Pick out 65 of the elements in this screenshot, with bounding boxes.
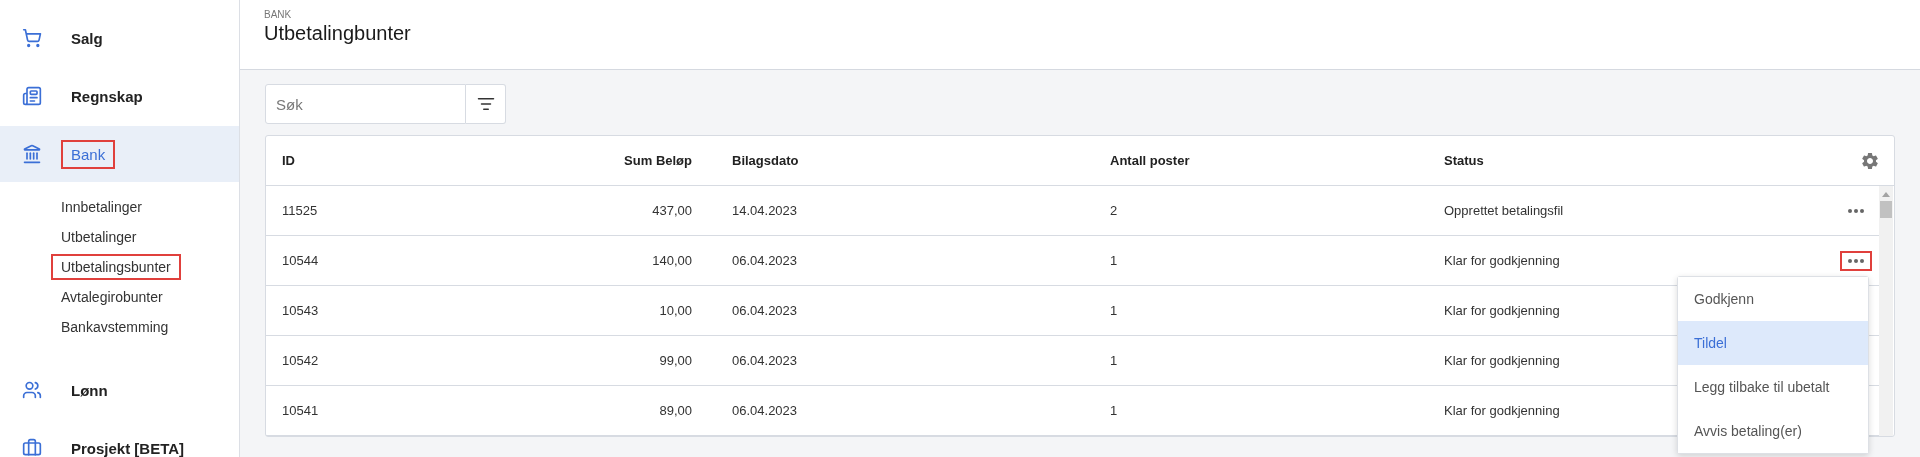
settings-icon [1860,150,1880,171]
sidebar-item[interactable]: Salg [0,10,239,66]
filter-icon [476,95,495,113]
sidebar-subitem[interactable]: Utbetalingsbunter [51,254,181,280]
column-header[interactable]: Sum Beløp [532,153,692,168]
sidebar-label: Bank [61,139,116,169]
sidebar-item[interactable]: Lønn [0,362,239,418]
bank-icon [22,144,42,164]
table-cell-text: 437,00 [651,203,692,218]
table-cell-text: Opprettet betalingsfil [1444,203,1565,218]
table-cell-text: Klar for godkjenning [1444,353,1561,368]
table-cell-text: 10543 [282,303,320,318]
sidebar-subitem[interactable]: Avtalegirobunter [51,284,173,310]
table-cell-text: 1 [1110,303,1119,318]
table-cell-text: 10541 [282,403,320,418]
search-field[interactable]: Søk [265,84,466,124]
table-cell-text: 14.04.2023 [732,203,799,218]
table-cell-text: 06.04.2023 [732,253,799,268]
table-cell-text: 89,00 [658,403,692,418]
table-cell-text: Klar for godkjenning [1444,403,1561,418]
table-cell-text: 06.04.2023 [732,303,799,318]
sidebar-label: Regnskap [70,86,144,107]
table-cell-text: 11525 [282,203,319,218]
table-cell-text: 2 [1110,203,1119,218]
more-button[interactable] [1840,250,1872,271]
table-cell-text: Klar for godkjenning [1444,303,1561,318]
table-cell-text: 06.04.2023 [732,403,799,418]
table-cell-text: 1 [1110,253,1119,268]
table-cell-text: 10544 [282,253,320,268]
table-cell-text: 1 [1110,353,1119,368]
breadcrumb: BANK [264,9,293,20]
column-header[interactable]: Bilagsdato [732,153,1070,168]
menu-item[interactable]: Legg tilbake til ubetalt [1678,365,1868,409]
sidebar-item[interactable]: Regnskap [0,68,239,124]
more-icon [1848,258,1864,263]
cart-icon [22,28,42,48]
sidebar-subitem[interactable]: Utbetalinger [51,224,147,250]
sidebar-label: Prosjekt [BETA] [70,438,186,457]
menu-item[interactable]: Tildel [1678,321,1868,365]
column-header[interactable]: ID [282,153,532,168]
filter-button[interactable] [466,84,506,124]
sidebar-item[interactable]: Prosjekt [BETA] [0,420,239,457]
sidebar-label: Lønn [70,380,109,401]
menu-item[interactable]: Avvis betaling(er) [1678,409,1868,453]
table-cell-text: 1 [1110,403,1119,418]
sidebar-subitem[interactable]: Bankavstemming [51,314,179,340]
table-cell-text: Klar for godkjenning [1444,253,1561,268]
settings-button[interactable] [1860,150,1880,171]
table-cell-text: 06.04.2023 [732,353,799,368]
table-cell-text: 10,00 [658,303,692,318]
menu-item[interactable]: Godkjenn [1678,277,1868,321]
more-icon [1848,208,1864,213]
sidebar-item[interactable]: Bank [0,126,239,182]
scrollbar[interactable] [1879,186,1893,436]
column-header[interactable]: Antall poster [1110,153,1444,168]
page-title: Utbetalingbunter [264,22,412,45]
sidebar-subitem[interactable]: Innbetalinger [51,194,152,220]
briefcase-icon [22,438,42,457]
sidebar-label: Salg [70,28,104,49]
table-cell-text: 10542 [282,353,320,368]
table-cell-text: 99,00 [658,353,692,368]
newspaper-icon [22,86,42,106]
table-cell-text: 140,00 [651,253,692,268]
people-icon [22,380,42,400]
column-header[interactable]: Status [1444,153,1834,168]
